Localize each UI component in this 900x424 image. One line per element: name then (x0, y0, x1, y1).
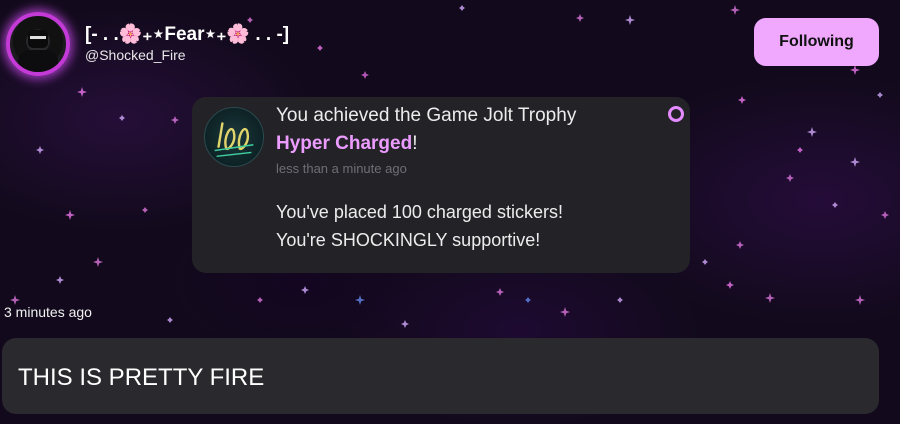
star-decoration (576, 14, 584, 22)
star-decoration (726, 281, 734, 289)
star-decoration (850, 157, 860, 167)
star-decoration (832, 202, 838, 208)
star-decoration (797, 147, 803, 153)
star-decoration (36, 146, 44, 154)
star-decoration (525, 297, 531, 303)
star-decoration (877, 92, 883, 98)
avatar-figure-mask (28, 30, 48, 48)
star-decoration (496, 288, 504, 296)
star-decoration (702, 259, 708, 265)
star-decoration (736, 241, 744, 249)
star-decoration (807, 127, 817, 137)
avatar[interactable] (6, 12, 70, 76)
star-decoration (142, 207, 148, 213)
star-decoration (459, 5, 465, 11)
star-decoration (361, 71, 369, 79)
trophy-description: You've placed 100 charged stickers! You'… (276, 198, 563, 254)
trophy-description-line2: You're SHOCKINGLY supportive! (276, 230, 541, 250)
star-decoration (850, 65, 860, 75)
avatar-figure-body (18, 50, 58, 72)
comment-text: THIS IS PRETTY FIRE (18, 364, 265, 391)
avatar-figure-visor (30, 36, 46, 39)
star-decoration (257, 297, 263, 303)
trophy-description-line1: You've placed 100 charged stickers! (276, 202, 563, 222)
star-decoration (167, 317, 173, 323)
star-decoration (855, 295, 865, 305)
display-name[interactable]: [- . .🌸₊⋆Fear⋆₊🌸 . . -] (85, 22, 289, 46)
star-decoration (77, 87, 87, 97)
star-decoration (355, 295, 365, 305)
star-decoration (560, 307, 570, 317)
star-decoration (93, 257, 103, 267)
star-decoration (65, 210, 75, 220)
star-decoration (617, 297, 623, 303)
star-decoration (625, 15, 635, 25)
trophy-title: You achieved the Game Jolt Trophy (276, 105, 577, 126)
star-decoration (786, 174, 794, 182)
ring-icon[interactable] (668, 106, 684, 122)
trophy-name-text[interactable]: Hyper Charged (276, 133, 412, 154)
trophy-card: You achieved the Game Jolt Trophy Hyper … (192, 97, 690, 273)
username[interactable]: @Shocked_Fire (85, 47, 186, 63)
star-decoration (401, 320, 409, 328)
comment-box: THIS IS PRETTY FIRE (2, 338, 879, 414)
star-decoration (881, 211, 889, 219)
star-decoration (738, 96, 746, 104)
star-decoration (171, 116, 179, 124)
star-decoration (730, 5, 740, 15)
trophy-name-suffix: ! (412, 133, 418, 154)
star-decoration (317, 45, 323, 51)
following-button[interactable]: Following (754, 18, 879, 66)
star-decoration (56, 276, 64, 284)
trophy-100-icon (204, 107, 264, 167)
trophy-name[interactable]: Hyper Charged! (276, 133, 417, 155)
post-timestamp: 3 minutes ago (4, 304, 92, 320)
star-decoration (301, 286, 309, 294)
star-decoration (119, 115, 125, 121)
star-decoration (765, 293, 775, 303)
trophy-timestamp: less than a minute ago (276, 161, 407, 176)
